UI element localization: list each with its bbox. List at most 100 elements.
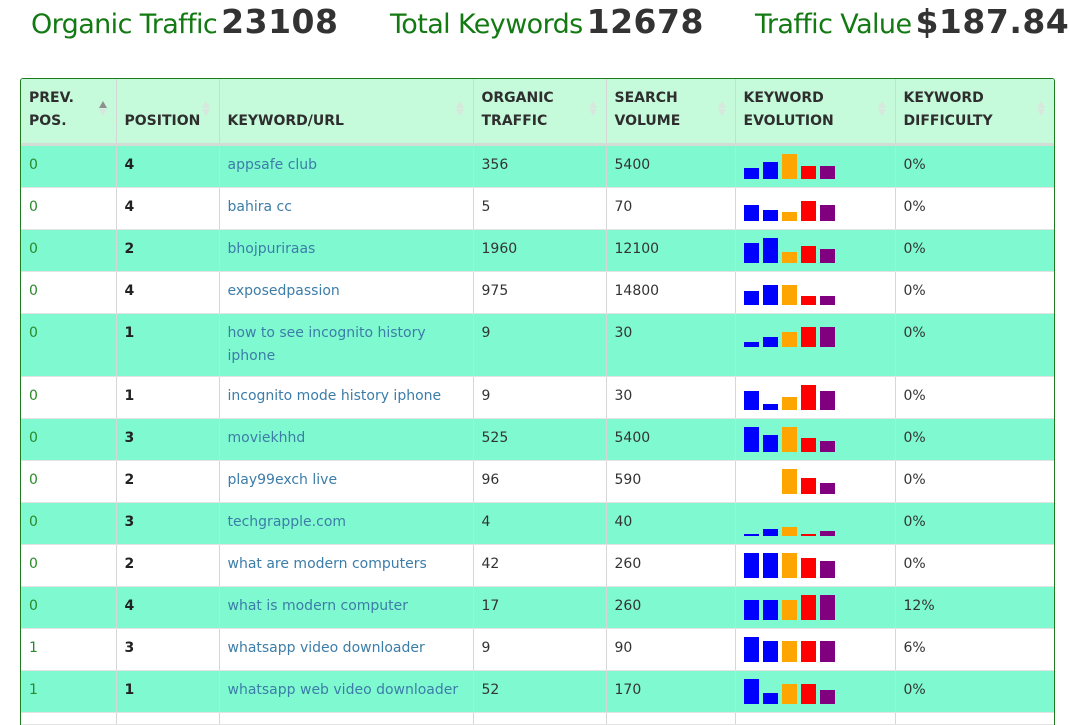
table-row: 1 1 whatsapp web video downloader 52 170 0% (21, 670, 1054, 713)
column-header-keyword-url[interactable]: KEYWORD/URL (219, 79, 474, 146)
keyword-link[interactable]: appsafe club (228, 157, 318, 173)
evolution-bar (781, 332, 797, 347)
cell-prev-pos: 0 (21, 586, 117, 629)
sort-icon[interactable] (877, 101, 886, 117)
cell-position: 2 (116, 460, 220, 503)
keyword-link[interactable]: what are modern computers (228, 556, 427, 572)
table-row: 0 4 what is modern computer 17 260 12% (21, 586, 1054, 629)
keyword-link[interactable]: moviekhhd (228, 430, 306, 446)
sort-icon[interactable] (455, 101, 464, 117)
cell-keyword-evolution (735, 586, 896, 629)
evolution-bar (800, 166, 816, 179)
cell-keyword-difficulty: 0% (895, 670, 1054, 713)
evolution-bar (781, 469, 797, 494)
table-row: 0 2 what are modern computers 42 260 0% (21, 544, 1054, 587)
evolution-bar (819, 595, 835, 620)
keyword-link[interactable]: how to see incognito history iphone (228, 325, 426, 364)
evolution-bar-chart (743, 679, 887, 704)
cell-position: 1 (116, 670, 220, 713)
stat-value: 12678 (586, 2, 704, 41)
cell-organic-traffic: 42 (473, 544, 607, 587)
evolution-bar-chart (743, 511, 887, 536)
keyword-link[interactable]: incognito mode history iphone (228, 388, 442, 404)
column-header-keyword-evolution[interactable]: KEYWORD EVOLUTION (735, 79, 896, 146)
sort-icon[interactable] (717, 101, 726, 117)
sort-icon[interactable] (1037, 101, 1045, 117)
sort-down-arrow-icon (98, 109, 107, 116)
column-header-search-volume[interactable]: SEARCH VOLUME (606, 79, 736, 146)
cell-keyword-evolution (735, 271, 896, 314)
cell-keyword: what is modern computer (219, 586, 474, 629)
cell-keyword: techgrapple.com (219, 502, 474, 545)
evolution-bar (781, 600, 797, 620)
stat-traffic-value: Traffic Value $187.84 (755, 2, 1069, 41)
evolution-bar (743, 243, 759, 263)
cell-search-volume: 5400 (606, 418, 736, 461)
cell-position: 2 (116, 544, 220, 587)
cell-prev-pos: 0 (21, 502, 117, 545)
cell-keyword-evolution (735, 376, 896, 419)
column-header-keyword-difficulty[interactable]: KEYWORD DIFFICULTY (895, 79, 1054, 146)
table-row: 0 3 moviekhhd 525 5400 0% (21, 418, 1054, 461)
cell-keyword: bhojpuriraas (219, 229, 474, 272)
cell-prev-pos: 0 (21, 144, 117, 188)
cell-position: 4 (116, 187, 220, 230)
sort-down-arrow-icon (588, 109, 597, 116)
evolution-bar (762, 404, 778, 410)
cell-position: 4 (116, 144, 220, 188)
keyword-link[interactable]: what is modern computer (228, 598, 409, 614)
sort-icon[interactable] (588, 101, 597, 117)
keyword-link[interactable]: techgrapple.com (228, 514, 347, 530)
sort-up-arrow-icon (1037, 101, 1045, 108)
sort-up-arrow-icon (877, 101, 886, 108)
evolution-bar (781, 397, 797, 410)
evolution-bar (762, 162, 778, 179)
column-header-label: KEYWORD/URL (227, 113, 344, 129)
cell-organic-traffic: 96 (473, 460, 607, 503)
evolution-bar (781, 684, 797, 704)
cell-position: 3 (116, 418, 220, 461)
evolution-bar (800, 534, 816, 536)
cell-search-volume: 260 (606, 544, 736, 587)
evolution-bar (762, 337, 778, 347)
evolution-bar (743, 600, 759, 620)
keyword-link[interactable]: whatsapp web video downloader (228, 682, 459, 698)
evolution-bar-chart (743, 154, 887, 179)
keyword-link[interactable]: bhojpuriraas (228, 241, 316, 257)
evolution-bar (781, 553, 797, 578)
cell-organic-traffic: 356 (473, 144, 607, 188)
keyword-link[interactable]: play99exch live (228, 472, 338, 488)
cell-search-volume: 40 (606, 502, 736, 545)
keyword-link[interactable]: exposedpassion (228, 283, 340, 299)
sort-icon[interactable] (201, 101, 210, 117)
cell-prev-pos: 0 (21, 229, 117, 272)
evolution-bar (781, 427, 797, 452)
evolution-bar (762, 238, 778, 263)
evolution-bar (800, 385, 816, 410)
column-header-organic-traffic[interactable]: ORGANIC TRAFFIC (473, 79, 607, 146)
evolution-bar-chart (743, 322, 887, 347)
evolution-bar (762, 641, 778, 662)
cell-prev-pos: 0 (21, 313, 117, 377)
evolution-bar (743, 291, 759, 305)
cell-keyword-evolution (735, 144, 896, 188)
cell-search-volume: 70 (606, 187, 736, 230)
keyword-link[interactable]: bahira cc (228, 199, 292, 215)
evolution-bar (781, 252, 797, 263)
cell-keyword: exposedpassion (219, 271, 474, 314)
sort-icon[interactable] (98, 101, 107, 117)
evolution-bar-chart (743, 553, 887, 578)
sort-up-arrow-icon (201, 101, 210, 108)
column-header-prev-pos[interactable]: PREV. POS. (21, 79, 117, 146)
cell-keyword-difficulty: 0% (895, 418, 1054, 461)
cell-position: 1 (116, 376, 220, 419)
evolution-bar (819, 327, 835, 347)
table-row: 0 3 techgrapple.com 4 40 0% (21, 502, 1054, 545)
table-row: 0 2 bhojpuriraas 1960 12100 0% (21, 229, 1054, 272)
keyword-link[interactable]: whatsapp video downloader (228, 640, 425, 656)
evolution-bar (800, 201, 816, 221)
evolution-bar (762, 693, 778, 704)
evolution-bar (819, 249, 835, 263)
stat-value: $187.84 (915, 2, 1070, 41)
column-header-position[interactable]: POSITION (116, 79, 220, 146)
